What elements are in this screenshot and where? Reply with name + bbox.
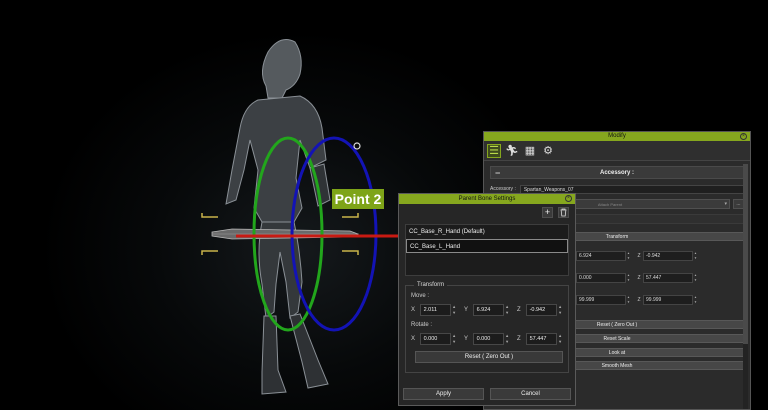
move-z-field[interactable]: -0.942	[525, 304, 558, 316]
bone-list: CC_Base_R_Hand (Default) CC_Base_L_Hand	[405, 224, 569, 276]
collapse-icon[interactable]: −	[495, 167, 500, 179]
trash-glyph	[560, 208, 567, 217]
cancel-button[interactable]: Cancel	[490, 388, 571, 400]
rotate-y-field[interactable]: 0.000	[576, 273, 626, 283]
spinner-icon[interactable]: ▲ ▼	[693, 295, 698, 305]
character-figure	[225, 39, 331, 395]
parent-bone-settings-dialog: Parent Bone Settings × + CC_Base_R_Hand …	[398, 193, 576, 406]
scale-z-field[interactable]: 99.999	[643, 295, 693, 305]
modify-titlebar[interactable]: Modify ×	[484, 132, 750, 141]
rotate-y-field[interactable]: 0.000	[472, 333, 505, 345]
move-y-field[interactable]: 6.924	[472, 304, 505, 316]
rotate-z-field[interactable]: 57.447	[525, 333, 558, 345]
spinner-icon[interactable]: ▲ ▼	[693, 251, 698, 261]
axis-label: X	[411, 307, 416, 313]
spinner-icon[interactable]: ▲ ▼	[451, 333, 457, 345]
axis-label: Y	[464, 336, 469, 342]
spinner-icon[interactable]: ▲ ▼	[557, 304, 563, 316]
move-row: X 2.011 ▲ ▼ Y 6.924 ▲ ▼ Z -0.942 ▲ ▼	[411, 304, 563, 316]
axis-label: Y	[464, 307, 469, 313]
dialog-title: Parent Bone Settings	[458, 196, 516, 202]
move-z-field[interactable]: -0.942	[643, 251, 693, 261]
axis-label: Z	[637, 253, 641, 259]
reset-zero-out-button[interactable]: Reset ( Zero Out )	[415, 351, 563, 363]
bone-item-r-hand[interactable]: CC_Base_R_Hand (Default)	[406, 225, 568, 239]
spinner-icon[interactable]: ▲ ▼	[626, 251, 631, 261]
spinner-icon[interactable]: ▲ ▼	[504, 333, 510, 345]
modify-title: Modify	[608, 133, 626, 139]
rotate-z-field[interactable]: 57.447	[643, 273, 693, 283]
add-bone-button[interactable]: +	[542, 207, 553, 218]
move-x-field[interactable]: 2.011	[419, 304, 452, 316]
scale-y-field[interactable]: 99.999	[576, 295, 626, 305]
transform-group-title: Transform	[414, 282, 448, 288]
rotate-x-field[interactable]: 0.000	[419, 333, 452, 345]
scrollbar-thumb[interactable]	[743, 164, 748, 344]
sliders-icon[interactable]: ☰	[487, 143, 501, 158]
dialog-titlebar[interactable]: Parent Bone Settings ×	[399, 194, 575, 204]
spinner-icon[interactable]: ▲ ▼	[504, 304, 510, 316]
accessory-section-header[interactable]: − Accessory :	[490, 166, 744, 179]
attach-parent-label: Attach Parent	[597, 202, 623, 207]
modify-rotate-row: Y 0.000 ▲▼ Z 57.447 ▲▼	[568, 273, 744, 283]
axis-label: Z	[517, 307, 521, 313]
modify-tab-bar: ☰ 🏃︎ ▦ ⚙	[484, 141, 750, 161]
accessory-label: Accessory :	[490, 186, 516, 192]
rotate-label: Rotate :	[411, 322, 433, 328]
spinner-icon[interactable]: ▲ ▼	[557, 333, 563, 345]
modify-scrollbar[interactable]	[743, 164, 748, 409]
checker-grid-icon[interactable]: ▦	[523, 144, 537, 158]
rotate-row: X 0.000 ▲ ▼ Y 0.000 ▲ ▼ Z 57.447 ▲ ▼	[411, 333, 563, 345]
spinner-icon[interactable]: ▲ ▼	[451, 304, 457, 316]
axis-label: X	[411, 336, 416, 342]
transform-group: Transform Move : X 2.011 ▲ ▼ Y 6.924 ▲ ▼ Z…	[405, 282, 569, 373]
spinner-icon[interactable]: ▲ ▼	[693, 273, 698, 283]
modify-move-row: Y 6.924 ▲▼ Z -0.942 ▲▼	[568, 251, 744, 261]
axis-label: Z	[517, 336, 521, 342]
chevron-down-icon: ▾	[724, 201, 727, 207]
section-title: Accessory :	[599, 170, 635, 176]
axis-label: Z	[637, 297, 641, 303]
move-label: Move :	[411, 293, 430, 299]
gear-cluster-icon[interactable]: ⚙	[541, 144, 555, 158]
trash-icon[interactable]	[558, 207, 569, 218]
axis-label: Z	[637, 275, 641, 281]
move-y-field[interactable]: 6.924	[576, 251, 626, 261]
running-figure-icon[interactable]: 🏃︎	[505, 144, 519, 158]
bone-item-l-hand[interactable]: CC_Base_L_Hand	[406, 239, 568, 253]
spinner-icon[interactable]: ▲ ▼	[626, 273, 631, 283]
close-icon[interactable]: ×	[565, 195, 572, 202]
rotation-handle-icon[interactable]	[353, 142, 361, 150]
spinner-icon[interactable]: ▲ ▼	[626, 295, 631, 305]
apply-button[interactable]: Apply	[403, 388, 484, 400]
point-label: Point 2	[332, 189, 384, 209]
close-icon[interactable]: ×	[740, 133, 747, 140]
modify-scale-row: Y 99.999 ▲▼ Z 99.999 ▲▼	[568, 295, 744, 305]
